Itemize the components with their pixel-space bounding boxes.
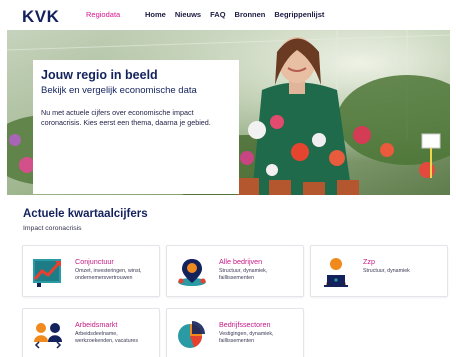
tile-description: Arbeidsdeelname, werkzoekenden, vacature…: [75, 331, 139, 345]
kvk-logo[interactable]: KVK: [22, 7, 59, 27]
tile-bedrijfssectoren[interactable]: Bedrijfssectoren Vestigingen, dynamiek, …: [166, 308, 304, 357]
tile-alle-bedrijven[interactable]: Alle bedrijven Structuur, dynamiek, fail…: [166, 245, 304, 297]
main-nav: Home Nieuws FAQ Bronnen Begrippenlijst: [145, 10, 324, 19]
nav-bronnen[interactable]: Bronnen: [235, 10, 266, 19]
nav-faq[interactable]: FAQ: [210, 10, 225, 19]
tile-title: Alle bedrijven: [219, 257, 263, 266]
site-tag: Regiodata: [86, 10, 121, 19]
chart-trend-icon: [33, 259, 61, 287]
hero-subtitle: Bekijk en vergelijk economische data: [41, 85, 197, 96]
tile-title: Conjunctuur: [75, 257, 114, 266]
section-title: Actuele kwartaalcijfers: [23, 208, 148, 220]
tile-title: Zzp: [363, 257, 375, 266]
tile-description: Structuur, dynamiek: [363, 268, 410, 274]
tile-title: Arbeidsmarkt: [75, 320, 118, 329]
nav-begrippenlijst[interactable]: Begrippenlijst: [274, 10, 324, 19]
tile-conjunctuur[interactable]: Conjunctuur Omzet, investeringen, winst,…: [22, 245, 160, 297]
nav-nieuws[interactable]: Nieuws: [175, 10, 201, 19]
tile-arbeidsmarkt[interactable]: Arbeidsmarkt Arbeidsdeelname, werkzoeken…: [22, 308, 160, 357]
workers-icon: [34, 323, 62, 349]
tile-zzp[interactable]: Zzp Structuur, dynamiek: [310, 245, 448, 297]
person-laptop-icon: [324, 258, 348, 287]
nav-home[interactable]: Home: [145, 10, 166, 19]
hero-banner: Jouw regio in beeld Bekijk en vergelijk …: [7, 30, 450, 195]
map-pin-icon: [178, 259, 206, 286]
tile-description: Vestigingen, dynamiek, faillissementen: [219, 331, 274, 345]
pie-chart-icon: [178, 321, 205, 348]
tile-title: Bedrijfssectoren: [219, 320, 271, 329]
hero-text: Nu met actuele cijfers over economische …: [41, 108, 211, 128]
tile-description: Omzet, investeringen, winst, ondernemers…: [75, 268, 142, 282]
tile-description: Structuur, dynamiek, faillissementen: [219, 268, 268, 282]
site-header: KVK Regiodata Home Nieuws FAQ Bronnen Be…: [0, 0, 456, 30]
hero-card: Jouw regio in beeld Bekijk en vergelijk …: [33, 60, 239, 194]
hero-title: Jouw regio in beeld: [41, 68, 158, 82]
section-subtitle: Impact coronacrisis: [23, 225, 82, 232]
